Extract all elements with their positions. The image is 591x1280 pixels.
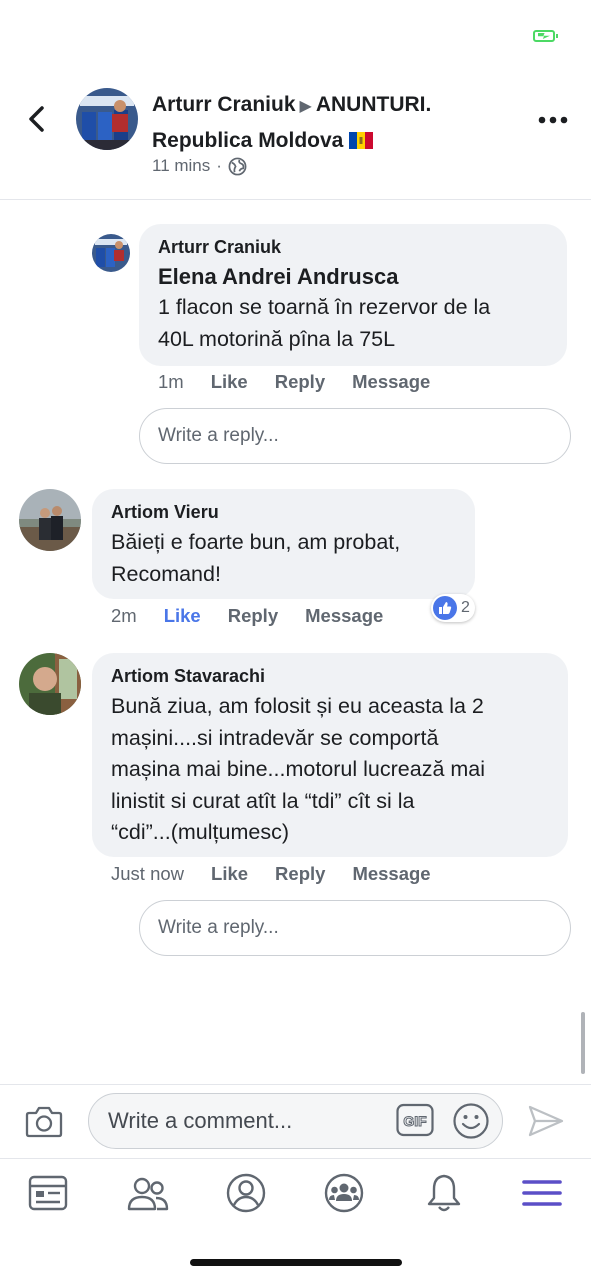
comment-text-line: 1 flacon se toarnă în rezervor de la bbox=[158, 295, 491, 319]
sticker-icon[interactable] bbox=[452, 1102, 490, 1140]
comment-time[interactable]: 1m bbox=[158, 371, 184, 393]
reply-button[interactable]: Reply bbox=[275, 863, 325, 885]
more-options-icon[interactable] bbox=[538, 116, 568, 124]
message-button[interactable]: Message bbox=[352, 863, 430, 885]
post-header: Arturr Craniuk ▶ ANUNTURI. Republica Moldo… bbox=[0, 70, 591, 200]
gif-label: GIF bbox=[403, 1113, 427, 1129]
comment-text-line: Recomand! bbox=[111, 561, 221, 586]
like-button[interactable]: Like bbox=[211, 863, 248, 885]
comment-text-line: Băieți e foarte bun, am probat, bbox=[111, 530, 401, 554]
tab-menu-icon[interactable] bbox=[520, 1171, 564, 1215]
comment-composer: Write a comment... GIF bbox=[0, 1084, 591, 1158]
comment-bubble[interactable]: Artiom Vieru Băieți e foarte bun, am pro… bbox=[92, 489, 475, 599]
tab-profile-icon[interactable] bbox=[224, 1171, 268, 1215]
mentioned-user[interactable]: Elena Andrei Andrusca bbox=[158, 262, 547, 292]
author-avatar[interactable] bbox=[76, 88, 138, 150]
comment-text-line: mașina mai bine...motorul lucrează mai bbox=[111, 757, 486, 781]
reply-placeholder: Write a reply... bbox=[158, 917, 279, 938]
comment-text-line: 40L motorină pîna la 75L bbox=[158, 326, 396, 351]
tab-notifications-icon[interactable] bbox=[422, 1171, 466, 1215]
battery-icon bbox=[533, 30, 558, 42]
comment-bubble[interactable]: Arturr Craniuk Elena Andrei Andrusca 1 f… bbox=[139, 224, 567, 366]
comment-avatar[interactable] bbox=[92, 234, 130, 272]
reply-input[interactable]: Write a reply... bbox=[139, 900, 571, 956]
tab-friends-icon[interactable] bbox=[126, 1171, 170, 1215]
comment-actions: Just now Like Reply Message bbox=[111, 863, 458, 885]
like-button[interactable]: Like bbox=[164, 605, 201, 627]
send-icon[interactable] bbox=[527, 1103, 565, 1139]
group-name-line2[interactable]: Republica Moldova bbox=[152, 129, 343, 152]
reply-button[interactable]: Reply bbox=[228, 605, 278, 627]
comment-text-line: “cdi”...(mulțumesc) bbox=[111, 820, 289, 844]
message-button[interactable]: Message bbox=[305, 605, 383, 627]
comment-avatar[interactable] bbox=[19, 653, 81, 715]
reply-input[interactable]: Write a reply... bbox=[139, 408, 571, 464]
scrollbar[interactable] bbox=[581, 1012, 585, 1074]
status-bar bbox=[0, 0, 591, 70]
comment-time[interactable]: 2m bbox=[111, 605, 137, 627]
tab-groups-icon[interactable] bbox=[322, 1171, 366, 1215]
thumbs-up-icon bbox=[433, 596, 457, 620]
comment-text-line: mașini....si intradevăr se comportă bbox=[111, 725, 439, 750]
comment-actions: 1m Like Reply Message bbox=[158, 371, 457, 393]
group-name[interactable]: ANUNTURI. bbox=[316, 93, 432, 116]
like-button[interactable]: Like bbox=[211, 371, 248, 393]
author-name[interactable]: Arturr Craniuk bbox=[152, 93, 296, 116]
comment-placeholder: Write a comment... bbox=[108, 1108, 293, 1133]
camera-icon[interactable] bbox=[25, 1103, 63, 1139]
comment-text-line: linistit si curat atît la “tdi” cît si l… bbox=[111, 788, 415, 813]
post-title: Arturr Craniuk ▶ ANUNTURI. Republica Moldo… bbox=[152, 88, 522, 158]
comment-time[interactable]: Just now bbox=[111, 863, 184, 885]
reaction-count: 2 bbox=[461, 599, 470, 616]
triangle-right-icon: ▶ bbox=[299, 98, 312, 115]
gif-icon[interactable]: GIF bbox=[396, 1102, 434, 1138]
reply-placeholder: Write a reply... bbox=[158, 425, 279, 446]
comment-input[interactable]: Write a comment... bbox=[88, 1093, 503, 1149]
comment-avatar[interactable] bbox=[19, 489, 81, 551]
message-button[interactable]: Message bbox=[352, 371, 430, 393]
comment-actions: 2m Like Reply Message bbox=[111, 605, 410, 627]
comment-author[interactable]: Artiom Vieru bbox=[111, 501, 455, 523]
comment-text-line: Bună ziua, am folosit și eu aceasta la 2 bbox=[111, 694, 484, 718]
comment-bubble[interactable]: Artiom Stavarachi Bună ziua, am folosit … bbox=[92, 653, 568, 857]
comment-author[interactable]: Arturr Craniuk bbox=[158, 236, 547, 258]
meta-separator: · bbox=[216, 156, 222, 175]
post-timestamp[interactable]: 11 mins bbox=[152, 156, 210, 176]
home-indicator[interactable] bbox=[190, 1259, 402, 1266]
globe-icon bbox=[228, 157, 247, 175]
tab-news-feed-icon[interactable] bbox=[26, 1171, 70, 1215]
moldova-flag-icon bbox=[349, 132, 374, 149]
back-arrow-icon[interactable] bbox=[22, 104, 50, 134]
reply-button[interactable]: Reply bbox=[275, 371, 325, 393]
reaction-summary[interactable]: 2 bbox=[431, 594, 475, 622]
comment-author[interactable]: Artiom Stavarachi bbox=[111, 665, 548, 687]
post-meta: 11 mins · bbox=[152, 156, 247, 176]
